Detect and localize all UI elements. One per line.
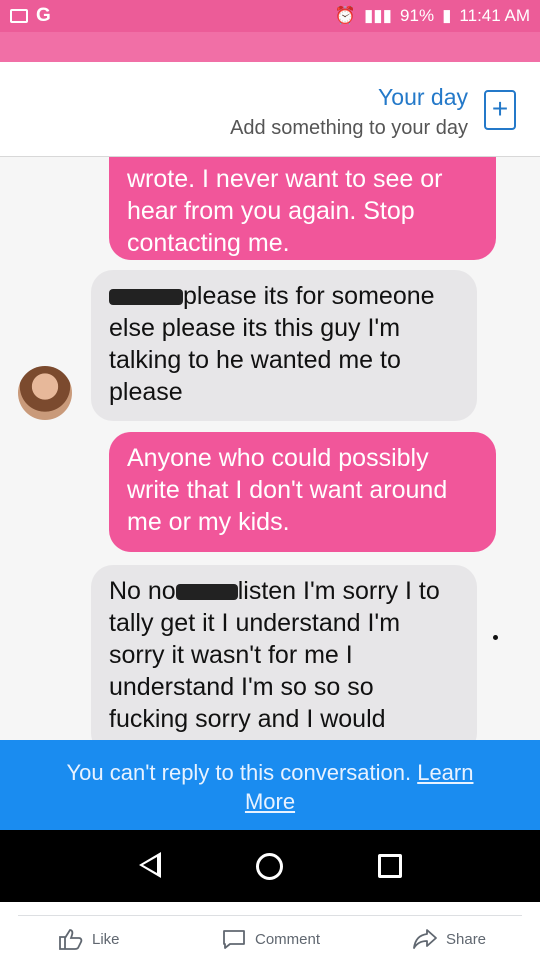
like-button[interactable]: Like — [58, 927, 120, 951]
status-bar: G ⏰ ▮▮▮ 91% ▮ 11:41 AM — [0, 0, 540, 32]
conversation[interactable]: wrote. I never want to see or hear from … — [0, 157, 540, 740]
signal-icon: ▮▮▮ — [363, 6, 393, 25]
divider — [18, 915, 522, 916]
message-bubble-incoming[interactable]: No no listen I'm sorry I to tally get it … — [91, 565, 477, 740]
your-day-card[interactable]: Your day Add something to your day + — [0, 62, 540, 157]
g-icon: G — [36, 5, 51, 26]
message-bubble-incoming[interactable]: please its for someone else please its t… — [91, 270, 477, 421]
your-day-title[interactable]: Your day — [378, 84, 468, 111]
battery-percent: 91% — [400, 6, 435, 25]
comment-button[interactable]: Comment — [221, 927, 320, 951]
thumbs-up-icon — [59, 929, 83, 950]
recent-apps-icon[interactable] — [378, 854, 402, 878]
comment-icon — [223, 930, 245, 949]
back-icon[interactable] — [139, 852, 161, 878]
clock: 11:41 AM — [459, 6, 530, 25]
cannot-reply-banner: You can't reply to this conversation. Le… — [0, 740, 540, 830]
app-header — [0, 32, 540, 62]
typing-dot — [493, 635, 498, 640]
message-bubble-outgoing[interactable]: Anyone who could possibly write that I d… — [109, 432, 496, 552]
redaction-mark — [175, 584, 238, 601]
banner-text: You can't reply to this conversation. — [66, 760, 418, 785]
home-icon[interactable] — [256, 853, 283, 880]
battery-icon: ▮ — [442, 6, 452, 25]
avatar[interactable] — [18, 366, 72, 420]
alarm-icon: ⏰ — [334, 6, 356, 25]
share-button[interactable]: Share — [412, 927, 486, 951]
redaction-mark — [109, 289, 183, 306]
share-icon — [413, 929, 437, 949]
your-day-subtitle: Add something to your day — [230, 117, 468, 139]
message-bubble-outgoing[interactable]: wrote. I never want to see or hear from … — [109, 157, 496, 260]
post-action-bar: Like Comment Share — [0, 902, 540, 960]
add-story-button[interactable]: + — [484, 90, 516, 130]
android-nav-bar — [0, 830, 540, 902]
image-icon — [10, 9, 28, 23]
